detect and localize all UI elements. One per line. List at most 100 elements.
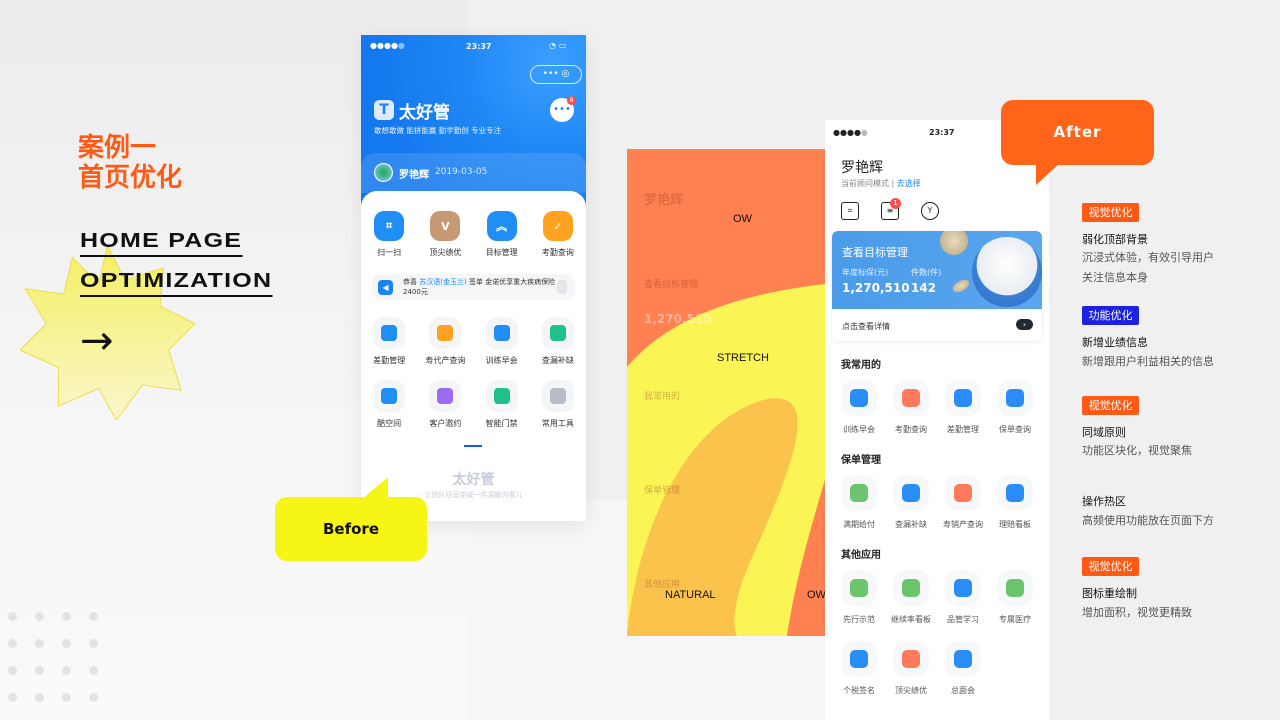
function-icon	[1006, 484, 1024, 502]
chevron-right-icon[interactable]: ›	[1016, 319, 1033, 330]
item-label: 寿销产查询	[943, 520, 983, 529]
function-item[interactable]: 品管学习	[937, 570, 989, 625]
note-desc: 功能区块化，视觉聚焦	[1082, 444, 1192, 457]
scan-icon[interactable]: ⌗	[841, 202, 859, 220]
note-desc: 沉浸式体验，有效引导用户	[1082, 251, 1214, 264]
function-item[interactable]: 寿代产查询	[417, 317, 473, 366]
icon-tile	[893, 380, 929, 416]
heat-label-stretch: STRETCH	[717, 352, 769, 364]
function-item[interactable]: 理赔看板	[989, 475, 1041, 530]
case-title-line1: 案例一	[78, 133, 157, 163]
mini-program-capsule[interactable]: ••• ◎	[530, 65, 582, 84]
mode-text: 当前顾问模式 | 去选择	[841, 179, 921, 188]
bear-mascot-illustration	[972, 237, 1042, 307]
note-title: 图标重绘制	[1082, 587, 1137, 600]
function-icon	[954, 579, 972, 597]
icon-tile	[841, 475, 877, 511]
scan-icon: ⌗	[374, 211, 405, 241]
top-item[interactable]: ︽ 目标管理	[474, 211, 530, 258]
top-item[interactable]: ⌗ 扫一扫	[361, 211, 417, 258]
function-item[interactable]: 满期给付	[833, 475, 885, 530]
function-item[interactable]: 差勤管理	[937, 380, 989, 435]
function-item[interactable]: 顶尖绩优	[885, 641, 937, 696]
function-icon	[902, 650, 920, 668]
function-item[interactable]: 查漏补缺	[885, 475, 937, 530]
function-icon	[1006, 579, 1024, 597]
item-label: 顶尖绩优	[895, 686, 927, 695]
function-item[interactable]: 常用工具	[530, 380, 586, 429]
icon-tile	[841, 380, 877, 416]
tools-icon[interactable]: Y	[921, 202, 939, 220]
user-date: 2019-03-05	[435, 167, 488, 177]
mode-label: 当前顾问模式	[841, 179, 889, 188]
chevron-right-icon[interactable]: ›	[557, 280, 567, 294]
icon-tile	[997, 570, 1033, 606]
item-label: 考勤查询	[541, 248, 574, 257]
item-label: 寿代产查询	[425, 356, 466, 365]
note-title: 操作热区	[1082, 495, 1126, 508]
note-tag: 视觉优化	[1082, 203, 1139, 222]
function-item[interactable]: 客户邀约	[417, 380, 473, 429]
function-item[interactable]: 寿销产查询	[937, 475, 989, 530]
function-item[interactable]: 查漏补缺	[530, 317, 586, 366]
function-item[interactable]: 训练早会	[474, 317, 530, 366]
ghost-section: 保单管理	[644, 486, 681, 496]
item-label: 顶尖绩优	[429, 248, 462, 257]
function-item[interactable]: 保单查询	[989, 380, 1041, 435]
user-name: 罗艳辉	[841, 160, 883, 176]
icon-tile	[373, 380, 406, 412]
function-icon	[954, 389, 972, 407]
note-tag: 视觉优化	[1082, 396, 1139, 415]
case-title: 案例一 首页优化	[78, 133, 182, 193]
document-badge: 1	[890, 198, 901, 209]
function-item[interactable]: 个税签名	[833, 641, 885, 696]
function-item[interactable]: 专属医疗	[989, 570, 1041, 625]
icon-tile	[945, 570, 981, 606]
item-label: 扫一扫	[377, 248, 402, 257]
section-title: 我常用的	[841, 360, 881, 371]
item-label: 训练早会	[485, 356, 518, 365]
function-icon	[437, 325, 454, 341]
top-item[interactable]: ✓ 考勤查询	[530, 211, 586, 258]
after-label-bubble: After	[1001, 100, 1154, 165]
function-item[interactable]: 差勤管理	[361, 317, 417, 366]
icon-tile	[429, 317, 462, 349]
function-item[interactable]: 继续率看板	[885, 570, 937, 625]
icon-tile	[945, 380, 981, 416]
icon-tile	[841, 641, 877, 677]
notice-name: 苏汉语(金玉兰)	[419, 278, 467, 286]
star-icon: V	[430, 211, 461, 241]
note-desc: 增加面积，视觉更精致	[1082, 606, 1192, 619]
footer-title: 太好管	[452, 472, 495, 488]
function-item[interactable]: 先行示范	[833, 570, 885, 625]
item-label: 差勤管理	[947, 425, 979, 434]
ghost-card-title: 查看目标管理	[644, 280, 699, 290]
function-item[interactable]: 酷空间	[361, 380, 417, 429]
status-time: 23:37	[466, 42, 492, 51]
english-title-line1: HOME PAGE	[80, 230, 243, 257]
note-tag: 视觉优化	[1082, 557, 1139, 576]
before-phone-screen: ●●●●● 23:37 ◔ ▭ ••• ◎ T 太好管 敢想敢做 能拼能赢 勤学…	[361, 35, 586, 521]
status-time: 23:37	[929, 128, 955, 137]
avatar[interactable]	[374, 163, 393, 182]
note-tag: 功能优化	[1082, 306, 1139, 325]
target-card[interactable]: 查看目标管理 年度标保(元) 1,270,510 件数(件) 142 点击查看详…	[832, 231, 1042, 341]
item-label: 训练早会	[843, 425, 875, 434]
english-title-line2: OPTIMIZATION	[80, 270, 273, 297]
function-item[interactable]: 智能门禁	[474, 380, 530, 429]
before-bubble-tail	[362, 477, 388, 499]
function-icon	[549, 388, 566, 404]
ghost-section: 我常用的	[644, 392, 681, 402]
function-item[interactable]: 训练早会	[833, 380, 885, 435]
top-item[interactable]: V 顶尖绩优	[417, 211, 473, 258]
battery-icon: ◔ ▭	[549, 41, 567, 50]
function-item[interactable]: 总面会	[937, 641, 989, 696]
select-mode-link[interactable]: 去选择	[897, 179, 921, 188]
function-icon	[1006, 389, 1024, 407]
after-phone-screen: ●●●●● 23:37 罗艳辉 当前顾问模式 | 去选择 ⌗ ≡ 1 Y 查看目…	[825, 120, 1049, 720]
item-label: 考勤查询	[895, 425, 927, 434]
notice-bar[interactable]: 恭喜 苏汉语(金玉兰) 签单 金诺优享重大疾病保险 2400元	[372, 274, 575, 300]
icon-tile	[893, 641, 929, 677]
ghost-value: 1,270,510	[644, 312, 712, 326]
function-item[interactable]: 考勤查询	[885, 380, 937, 435]
